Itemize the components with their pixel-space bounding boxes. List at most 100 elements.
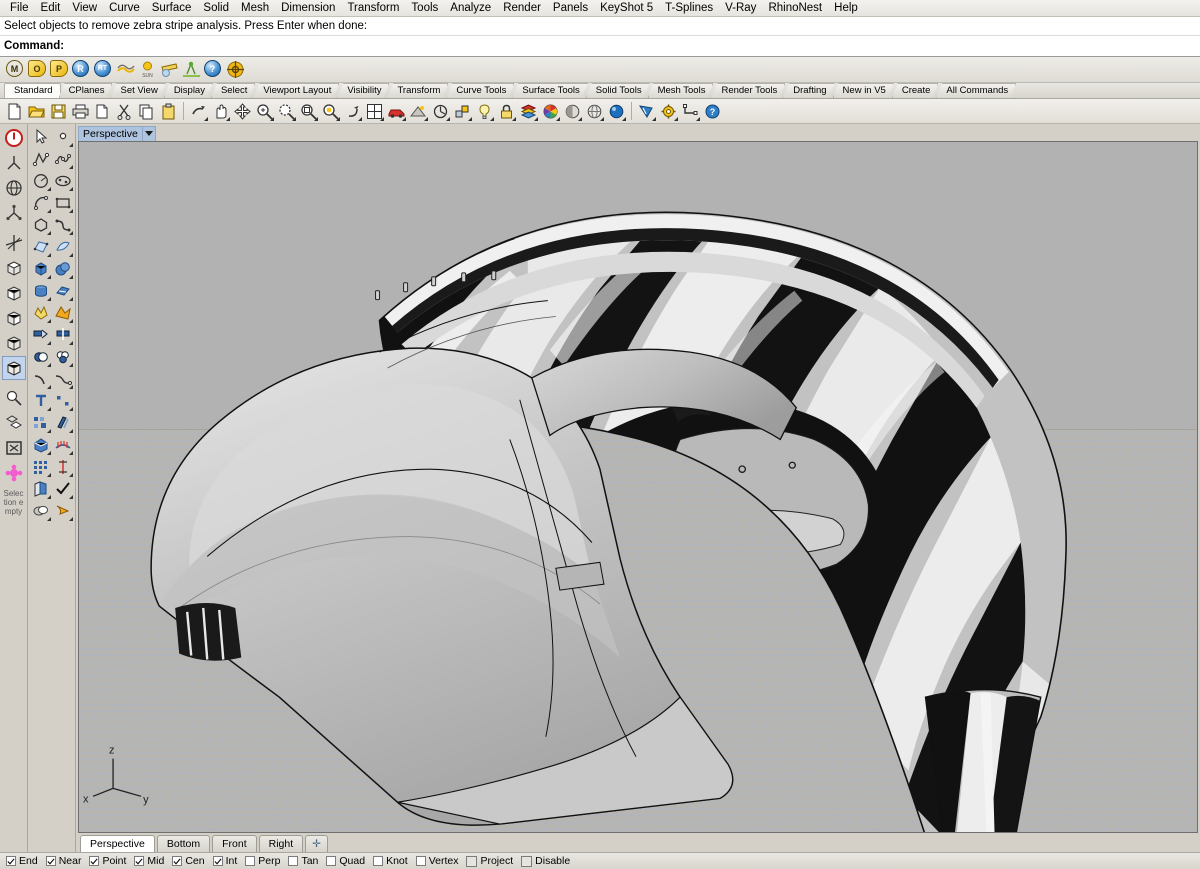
vray-light-icon[interactable] xyxy=(116,60,135,79)
osnap-cen[interactable]: Cen xyxy=(172,855,204,867)
osnap-perp-checkbox[interactable] xyxy=(245,856,255,866)
environment-icon[interactable] xyxy=(160,60,179,79)
sidebar-item-selection-window[interactable] xyxy=(2,436,26,460)
toolbar-tab-render-tools[interactable]: Render Tools xyxy=(711,83,785,98)
osnap-end[interactable]: End xyxy=(6,855,38,867)
chevron-down-icon[interactable] xyxy=(143,126,156,142)
color-wheel-icon[interactable] xyxy=(540,101,561,122)
vray-help-icon[interactable]: ? xyxy=(204,60,223,79)
render-car-icon[interactable] xyxy=(386,101,407,122)
rendered-view-icon[interactable] xyxy=(606,101,627,122)
osnap-tan-checkbox[interactable] xyxy=(288,856,298,866)
toolbar-tab-create[interactable]: Create xyxy=(892,83,939,98)
osnap-vertex[interactable]: Vertex xyxy=(416,855,459,867)
menu-item-keyshot-5[interactable]: KeyShot 5 xyxy=(594,1,659,15)
osnap-knot[interactable]: Knot xyxy=(373,855,408,867)
toolbar-tab-transform[interactable]: Transform xyxy=(387,83,448,98)
trim-icon[interactable] xyxy=(30,324,52,346)
osnap-knot-checkbox[interactable] xyxy=(373,856,383,866)
point-edit-icon[interactable] xyxy=(52,390,74,412)
shaded-view-icon[interactable] xyxy=(562,101,583,122)
menu-item-view[interactable]: View xyxy=(66,1,103,15)
vray-rt-render-icon[interactable]: RT xyxy=(94,60,113,79)
toolbar-tab-visibility[interactable]: Visibility xyxy=(337,83,389,98)
toolbar-tab-set-view[interactable]: Set View xyxy=(110,83,165,98)
polyline-icon[interactable] xyxy=(30,148,52,170)
sidebar-item-copy-objects[interactable] xyxy=(2,411,26,435)
osnap-quad[interactable]: Quad xyxy=(326,855,365,867)
toolbar-tab-select[interactable]: Select xyxy=(211,83,255,98)
osnap-project-checkbox[interactable] xyxy=(466,856,477,867)
menu-item-help[interactable]: Help xyxy=(828,1,864,15)
options-gear-icon[interactable] xyxy=(658,101,679,122)
menu-item-tools[interactable]: Tools xyxy=(405,1,444,15)
offset-icon[interactable] xyxy=(52,412,74,434)
split-icon[interactable] xyxy=(52,324,74,346)
surface-extrude-icon[interactable] xyxy=(52,280,74,302)
blend-curve-icon[interactable] xyxy=(52,368,74,390)
sun-icon[interactable]: SUN xyxy=(138,60,157,79)
toolbar-tab-drafting[interactable]: Drafting xyxy=(783,83,834,98)
vray-scene-icon[interactable] xyxy=(182,60,201,79)
point-icon[interactable] xyxy=(52,126,74,148)
sidebar-item-set-cplane-bottom[interactable] xyxy=(2,331,26,355)
print-icon[interactable] xyxy=(70,101,91,122)
osnap-cen-checkbox[interactable] xyxy=(172,856,182,866)
osnap-tan[interactable]: Tan xyxy=(288,855,318,867)
menu-item-render[interactable]: Render xyxy=(497,1,547,15)
toolbar-tab-display[interactable]: Display xyxy=(164,83,213,98)
osnap-mid[interactable]: Mid xyxy=(134,855,164,867)
osnap-int-checkbox[interactable] xyxy=(213,856,223,866)
add-viewport-tab-icon[interactable]: ✛ xyxy=(305,835,328,852)
help-icon[interactable]: ? xyxy=(702,101,723,122)
open-file-icon[interactable] xyxy=(26,101,47,122)
menu-item-curve[interactable]: Curve xyxy=(103,1,146,15)
osnap-int[interactable]: Int xyxy=(213,855,238,867)
zebra-analysis-icon[interactable] xyxy=(636,101,657,122)
zoom-selected-icon[interactable] xyxy=(320,101,341,122)
menu-item-panels[interactable]: Panels xyxy=(547,1,594,15)
polygon-icon[interactable] xyxy=(30,214,52,236)
render-mesh-icon[interactable] xyxy=(52,500,74,522)
menu-item-surface[interactable]: Surface xyxy=(146,1,198,15)
cut-icon[interactable] xyxy=(92,101,113,122)
osnap-project[interactable]: Project xyxy=(466,855,513,867)
sidebar-item-zoom-extents[interactable] xyxy=(2,386,26,410)
new-file-icon[interactable] xyxy=(4,101,25,122)
sidebar-item-perspective-view[interactable] xyxy=(2,151,26,175)
sidebar-item-tsplines[interactable] xyxy=(2,461,26,485)
ghosted-view-icon[interactable] xyxy=(584,101,605,122)
osnap-near[interactable]: Near xyxy=(46,855,82,867)
curve-icon[interactable] xyxy=(52,148,74,170)
lock-icon[interactable] xyxy=(496,101,517,122)
render-preview-icon[interactable] xyxy=(408,101,429,122)
render-properties-icon[interactable] xyxy=(430,101,451,122)
cylinder-solid-icon[interactable] xyxy=(30,280,52,302)
arc-icon[interactable] xyxy=(30,192,52,214)
sidebar-item-set-cplane-top[interactable] xyxy=(2,256,26,280)
surface-from-points-icon[interactable] xyxy=(30,236,52,258)
sidebar-item-stop[interactable] xyxy=(2,126,26,150)
ellipse-icon[interactable] xyxy=(52,170,74,192)
layer-tools-icon[interactable] xyxy=(30,478,52,500)
menu-item-file[interactable]: File xyxy=(4,1,35,15)
vray-render-icon[interactable]: R xyxy=(72,60,91,79)
zoom-in-icon[interactable] xyxy=(254,101,275,122)
viewport-tab-front[interactable]: Front xyxy=(212,835,257,852)
toolbar-tab-solid-tools[interactable]: Solid Tools xyxy=(586,83,650,98)
sidebar-item-axes-view[interactable] xyxy=(2,201,26,225)
layer-icon[interactable] xyxy=(518,101,539,122)
boolean-intersection-icon[interactable] xyxy=(52,346,74,368)
osnap-point[interactable]: Point xyxy=(89,855,126,867)
scissors-icon[interactable] xyxy=(114,101,135,122)
shade-icon[interactable] xyxy=(30,500,52,522)
menu-item-transform[interactable]: Transform xyxy=(341,1,405,15)
menu-item-mesh[interactable]: Mesh xyxy=(235,1,275,15)
osnap-near-checkbox[interactable] xyxy=(46,856,56,866)
grid-array-icon[interactable] xyxy=(30,456,52,478)
menu-item-analyze[interactable]: Analyze xyxy=(444,1,497,15)
toolbar-tab-curve-tools[interactable]: Curve Tools xyxy=(446,83,514,98)
copy-icon[interactable] xyxy=(136,101,157,122)
osnap-end-checkbox[interactable] xyxy=(6,856,16,866)
sidebar-item-cplane-origin[interactable] xyxy=(2,231,26,255)
